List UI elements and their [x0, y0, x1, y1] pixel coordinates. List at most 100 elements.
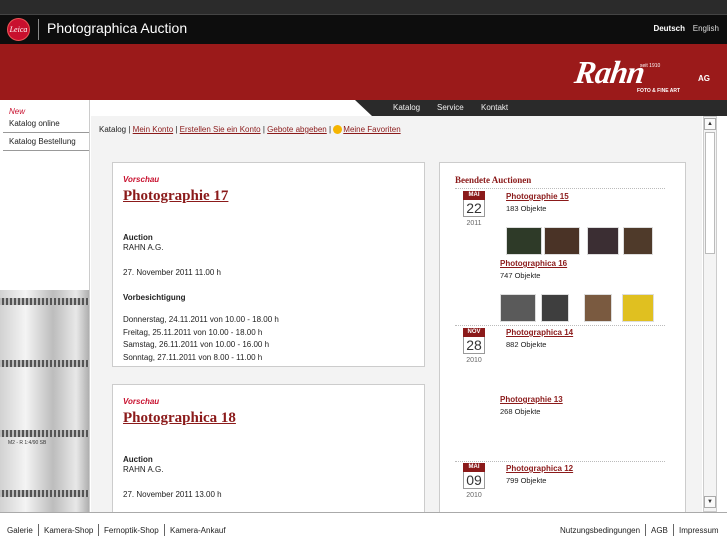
breadcrumb-current: Katalog [99, 125, 127, 134]
auction-thumbnail[interactable] [544, 227, 580, 255]
auction-thumbnail[interactable] [500, 294, 536, 322]
footer-link-kamera-ankauf[interactable]: Kamera-Ankauf [170, 526, 226, 535]
footer-separator [645, 524, 646, 536]
footer: Galerie Kamera-Shop Fernoptik-Shop Kamer… [0, 512, 727, 545]
footer-link-agb[interactable]: AGB [651, 526, 668, 535]
link-konto-erstellen[interactable]: Erstellen Sie ein Konto [180, 125, 261, 134]
rahn-logo[interactable]: Rahn [572, 54, 647, 91]
vertical-scrollbar[interactable]: ▲ ▼ [703, 116, 717, 512]
date-day: 09 [463, 472, 485, 489]
sidebar-item-katalog-online[interactable]: Katalog online [9, 119, 60, 128]
ended-auction-link[interactable]: Photographie 15 [506, 192, 569, 201]
date-month: MAI [463, 463, 485, 472]
link-gebote-abgeben[interactable]: Gebote abgeben [267, 125, 327, 134]
sidebar-divider [3, 132, 89, 133]
scroll-down-button[interactable]: ▼ [704, 496, 716, 508]
leica-logo[interactable]: Leica [7, 18, 30, 41]
lens-ring [0, 430, 89, 437]
footer-separator [673, 524, 674, 536]
date-year: 2010 [466, 492, 482, 499]
nav-kontakt[interactable]: Kontakt [481, 103, 508, 112]
footer-separator [164, 524, 165, 536]
link-mein-konto[interactable]: Mein Konto [133, 125, 173, 134]
auction-card: Vorschau Photographica 18 Auction RAHN A… [112, 384, 425, 512]
auction-thumbnail[interactable] [584, 294, 612, 322]
page-title: Photographica Auction [47, 20, 188, 36]
ended-auctions-panel: Beendete Auctionen MAI 22 2011 Photograp… [439, 162, 686, 512]
footer-link-kamera-shop[interactable]: Kamera-Shop [44, 526, 93, 535]
ended-auction-count: 268 Objekte [500, 407, 541, 416]
lang-english-link[interactable]: English [693, 24, 719, 33]
dotted-divider [455, 188, 665, 189]
sidebar-divider [3, 150, 89, 151]
auction-card: Vorschau Photographie 17 Auction RAHN A.… [112, 162, 425, 367]
footer-separator [98, 524, 99, 536]
star-icon [333, 125, 343, 134]
ended-auction-link[interactable]: Photographica 14 [506, 328, 573, 337]
ended-auction-link[interactable]: Photographie 13 [500, 395, 563, 404]
breadcrumb: Katalog | Mein Konto | Erstellen Sie ein… [99, 125, 401, 134]
date-badge: MAI 22 2011 [463, 191, 485, 227]
card-date: 27. November 2011 11.00 h [123, 267, 221, 277]
ended-auction-count: 183 Objekte [506, 204, 547, 213]
rahn-since: seit 1910 [640, 63, 661, 69]
dotted-divider [455, 461, 665, 462]
date-year: 2010 [466, 357, 482, 364]
main-content: Katalog | Mein Konto | Erstellen Sie ein… [91, 116, 702, 512]
lens-ring [0, 298, 89, 305]
lens-engraving: M2 - R 1:4/90 SB [8, 440, 47, 446]
date-badge: NOV 28 2010 [463, 328, 485, 364]
card-auction-label: Auction [123, 233, 153, 242]
rahn-tagline: FOTO & FINE ART [637, 88, 681, 94]
card-auction-house: RAHN A.G. [123, 465, 164, 474]
top-strip [0, 0, 727, 15]
footer-link-impressum[interactable]: Impressum [679, 526, 719, 535]
ended-auction-count: 882 Objekte [506, 340, 547, 349]
card-preview-label: Vorschau [123, 397, 160, 406]
scrollbar-thumb[interactable] [705, 132, 715, 254]
card-viewing-line: Freitag, 25.11.2011 von 10.00 - 18.00 h [123, 327, 263, 337]
nav-service[interactable]: Service [437, 103, 464, 112]
auction-thumbnail[interactable] [587, 227, 619, 255]
sidebar: New Katalog online Katalog Bestellung M2… [0, 100, 90, 512]
scroll-up-button[interactable]: ▲ [704, 118, 716, 130]
auction-thumbnail[interactable] [622, 294, 654, 322]
main-nav: Katalog Service Kontakt [372, 100, 727, 116]
card-title-link[interactable]: Photographica 18 [123, 410, 414, 427]
date-day: 22 [463, 200, 485, 217]
card-viewing-label: Vorbesichtigung [123, 293, 186, 302]
card-preview-label: Vorschau [123, 175, 160, 184]
card-date: 27. November 2011 13.00 h [123, 489, 222, 499]
sidebar-new-label: New [9, 107, 26, 116]
card-auction-label: Auction [123, 455, 153, 464]
header-separator [38, 19, 39, 40]
ended-auction-count: 747 Objekte [500, 271, 541, 280]
card-title-link[interactable]: Photographie 17 [123, 188, 414, 205]
auction-thumbnail[interactable] [623, 227, 653, 255]
footer-link-galerie[interactable]: Galerie [7, 526, 33, 535]
ended-auction-link[interactable]: Photographica 16 [500, 259, 567, 268]
auction-thumbnail[interactable] [541, 294, 569, 322]
date-month: MAI [463, 191, 485, 200]
lang-deutsch-link[interactable]: Deutsch [653, 24, 685, 33]
sidebar-item-katalog-bestellung[interactable]: Katalog Bestellung [9, 137, 76, 146]
link-meine-favoriten[interactable]: Meine Favoriten [343, 125, 400, 134]
card-auction-house: RAHN A.G. [123, 243, 164, 252]
camera-lens-image [0, 290, 89, 512]
date-year: 2011 [466, 220, 482, 227]
dotted-divider [455, 325, 665, 326]
ended-auctions-heading: Beendete Auctionen [455, 175, 532, 185]
footer-link-fernoptik-shop[interactable]: Fernoptik-Shop [104, 526, 159, 535]
card-viewing-line: Donnerstag, 24.11.2011 von 10.00 - 18.00… [123, 315, 279, 324]
card-viewing-line: Sonntag, 27.11.2011 von 8.00 - 11.00 h [123, 352, 263, 362]
brand-banner: Rahn seit 1910 AG FOTO & FINE ART [0, 44, 727, 100]
card-viewing-line: Samstag, 26.11.2011 von 10.00 - 16.00 h [123, 340, 270, 349]
date-month: NOV [463, 328, 485, 337]
ended-auction-link[interactable]: Photographica 12 [506, 464, 573, 473]
nav-katalog[interactable]: Katalog [393, 103, 420, 112]
header-bar: Leica Photographica Auction Deutsch Engl… [0, 15, 727, 44]
footer-link-nutzungsbedingungen[interactable]: Nutzungsbedingungen [560, 526, 640, 535]
date-badge: MAI 09 2010 [463, 463, 485, 499]
date-day: 28 [463, 337, 485, 354]
auction-thumbnail[interactable] [506, 227, 542, 255]
